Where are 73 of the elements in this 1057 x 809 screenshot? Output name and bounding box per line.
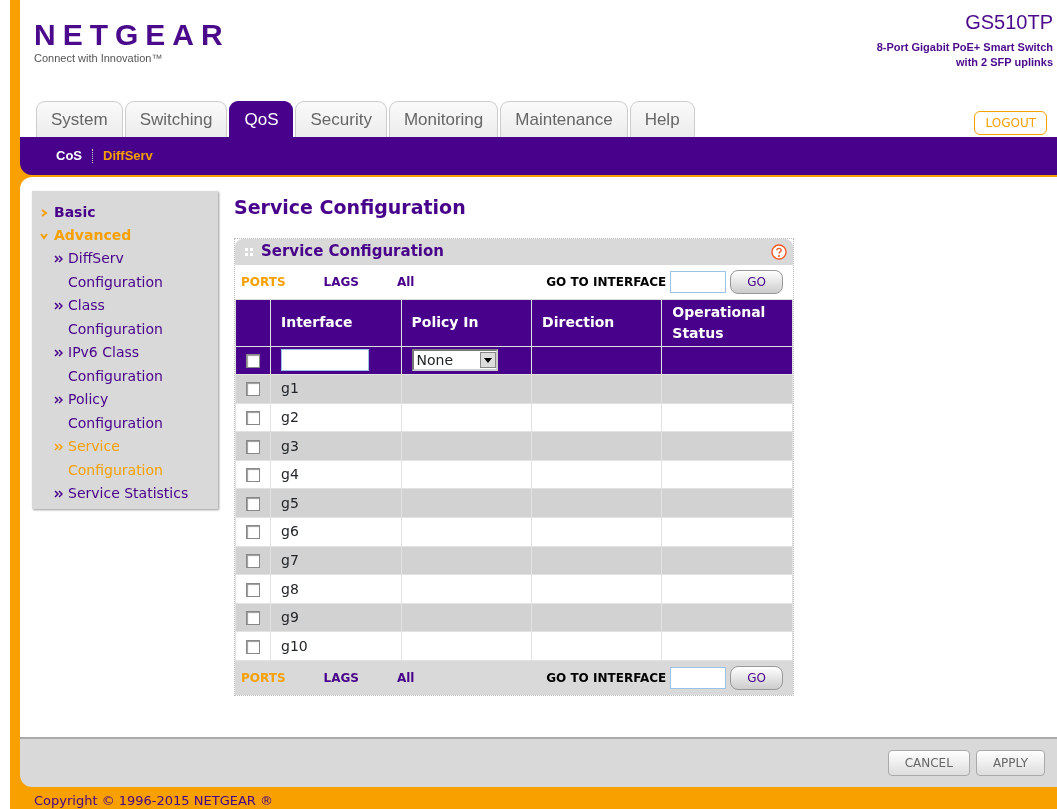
goto-label: GO TO INTERFACE [546, 670, 667, 688]
table-cell: g7 [270, 546, 402, 575]
sidebar-link[interactable]: Service Statistics [68, 482, 194, 506]
checkbox[interactable] [246, 468, 260, 483]
nav-tab[interactable]: Monitoring [388, 101, 499, 137]
checkbox[interactable] [246, 353, 260, 368]
copyright-text: Copyright © 1996-2015 NETGEAR ® [33, 792, 274, 809]
go-button[interactable]: GO [730, 269, 783, 294]
double-chevron-icon [54, 255, 63, 263]
double-chevron-icon [54, 490, 63, 498]
help-icon [771, 243, 787, 260]
model-name: GS510TP [964, 12, 1053, 32]
table-cell: g3 [270, 431, 402, 461]
logo: NETGEAR [34, 20, 230, 50]
checkbox[interactable] [246, 611, 260, 626]
double-chevron-icon [54, 443, 63, 451]
page-title: Service Configuration [234, 195, 467, 220]
interface-input[interactable] [281, 349, 369, 372]
checkbox[interactable] [246, 525, 260, 540]
table-cell: g6 [270, 517, 402, 547]
filter-link[interactable]: LAGS [323, 669, 359, 688]
checkbox[interactable] [246, 496, 260, 511]
table-cell: g9 [270, 603, 402, 632]
checkbox[interactable] [246, 439, 260, 454]
sidebar-item[interactable]: Basic [40, 201, 218, 224]
table-cell: g4 [270, 460, 402, 489]
subnav-link[interactable]: DiffServ [103, 146, 153, 166]
goto-input[interactable] [670, 270, 727, 293]
nav-tab[interactable]: Switching [124, 101, 228, 137]
column-header: Direction [531, 299, 662, 346]
column-header: Interface [270, 299, 402, 346]
goto-input[interactable] [670, 667, 727, 690]
double-chevron-icon [54, 396, 63, 404]
sidebar-link[interactable]: DiffServ Configuration [68, 247, 194, 294]
table-cell: g5 [270, 488, 402, 518]
table-cell: g8 [270, 574, 402, 604]
subnav-link[interactable]: CoS [56, 146, 82, 166]
double-chevron-icon [54, 302, 63, 310]
go-button[interactable]: GO [730, 666, 783, 691]
drag-handle-icon [245, 247, 253, 256]
checkbox[interactable] [246, 582, 260, 597]
filter-link[interactable]: All [396, 272, 415, 291]
sidebar-link[interactable]: Class Configuration [68, 294, 194, 341]
sidebar-link[interactable]: Policy Configuration [68, 388, 194, 435]
product-description: with 2 SFP uplinks [955, 55, 1053, 70]
nav-tab[interactable]: Security [295, 101, 387, 137]
checkbox[interactable] [246, 382, 260, 397]
table-cell: g1 [270, 374, 402, 404]
nav-tab[interactable]: System [36, 101, 123, 137]
table-cell: g2 [270, 403, 402, 432]
checkbox[interactable] [246, 411, 260, 425]
action-button[interactable]: CANCEL [887, 750, 970, 776]
goto-label: GO TO INTERFACE [546, 273, 667, 291]
nav-tab[interactable]: Help [629, 101, 695, 137]
chevron-right-icon [40, 208, 48, 217]
sidebar-link[interactable]: IPv6 Class Configuration [68, 341, 194, 388]
filter-link[interactable]: LAGS [323, 272, 359, 291]
column-header: Operational Status [661, 299, 793, 346]
column-header: Policy In [401, 299, 532, 346]
double-chevron-icon [54, 349, 63, 357]
filter-link[interactable]: All [396, 669, 415, 688]
dropdown-arrow-icon [483, 357, 492, 363]
checkbox[interactable] [246, 553, 260, 568]
tagline: Connect with Innovation™ [34, 51, 164, 66]
checkbox[interactable] [246, 639, 260, 654]
panel-title: Service Configuration [261, 241, 445, 263]
nav-tab[interactable]: Maintenance [500, 101, 628, 137]
policy-select[interactable]: None [411, 349, 498, 372]
nav-tab[interactable]: QoS [229, 101, 294, 137]
product-description: 8-Port Gigabit PoE+ Smart Switch [876, 40, 1053, 55]
action-button[interactable]: APPLY [975, 750, 1045, 776]
table-cell: g10 [270, 631, 402, 661]
chevron-down-icon [40, 231, 48, 240]
